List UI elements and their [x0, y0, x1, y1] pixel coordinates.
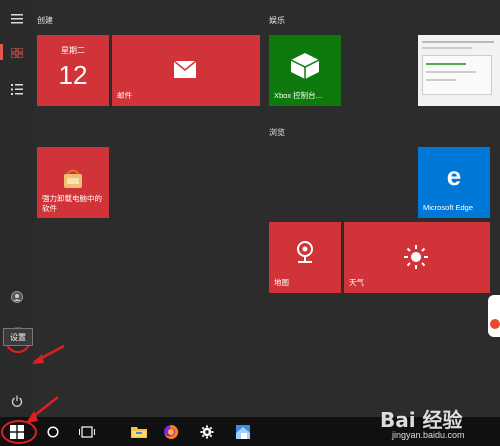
app-icon	[236, 424, 250, 439]
task-view-icon	[79, 425, 95, 438]
calendar-tile[interactable]: 星期二 12	[37, 35, 109, 106]
annotation-arrow-start	[26, 396, 59, 423]
all-apps-list-button[interactable]	[0, 76, 34, 102]
user-icon	[11, 291, 23, 303]
xbox-console-icon	[290, 53, 320, 79]
all-apps-icon	[11, 48, 23, 58]
group-label-browse: 浏览	[269, 128, 285, 137]
taskbar-settings-button[interactable]	[190, 417, 224, 446]
group-label-entertainment: 娱乐	[269, 16, 285, 25]
list-icon	[11, 83, 23, 95]
hamburger-icon	[11, 14, 23, 24]
firefox-icon	[164, 424, 179, 439]
taskbar-app-button[interactable]	[226, 417, 260, 446]
edge-icon: e	[446, 160, 462, 191]
weather-tile[interactable]: 天气	[344, 222, 490, 293]
task-view-button[interactable]	[70, 417, 104, 446]
screenshot-preview-tile[interactable]	[418, 35, 500, 106]
xbox-tile-label: Xbox 控制台...	[274, 91, 322, 100]
settings-tooltip: 设置	[3, 328, 33, 346]
file-explorer-button[interactable]	[122, 417, 156, 446]
uninstall-app-tile-label: 强力卸载电脑中的软件	[42, 194, 102, 213]
calendar-weekday: 星期二	[61, 46, 85, 55]
watermark-url: jingyan.baidu.com	[392, 430, 465, 440]
uninstall-app-tile[interactable]: 强力卸载电脑中的软件	[37, 147, 109, 218]
taskbar-settings-icon	[200, 425, 214, 438]
maps-tile-label: 地图	[274, 278, 289, 287]
edge-tile[interactable]: e Microsoft Edge	[418, 147, 490, 218]
edge-tile-label: Microsoft Edge	[423, 203, 474, 212]
weather-tile-label: 天气	[349, 278, 364, 287]
maps-tile[interactable]: 地图	[269, 222, 341, 293]
annotation-arrow-settings	[32, 344, 65, 364]
cortana-circle-icon	[47, 425, 59, 438]
maps-pin-icon	[297, 241, 313, 263]
mail-tile[interactable]: 邮件	[112, 35, 260, 106]
pinned-tiles-button[interactable]	[0, 40, 34, 66]
hamburger-menu-button[interactable]	[0, 6, 34, 32]
xbox-tile[interactable]: Xbox 控制台...	[269, 35, 341, 106]
mail-envelope-icon	[174, 61, 196, 78]
group-label-create: 创建	[37, 16, 53, 25]
watermark-brand: Bai 经验	[380, 408, 463, 432]
calendar-day: 12	[58, 60, 88, 90]
weather-sun-icon	[404, 245, 428, 269]
app-icon	[64, 169, 82, 188]
mail-tile-label: 邮件	[117, 91, 132, 100]
settings-tooltip-label: 设置	[10, 332, 26, 342]
firefox-button[interactable]	[154, 417, 188, 446]
file-explorer-icon	[131, 427, 147, 438]
watermark-badge	[488, 295, 500, 337]
user-account-button[interactable]	[0, 284, 34, 310]
